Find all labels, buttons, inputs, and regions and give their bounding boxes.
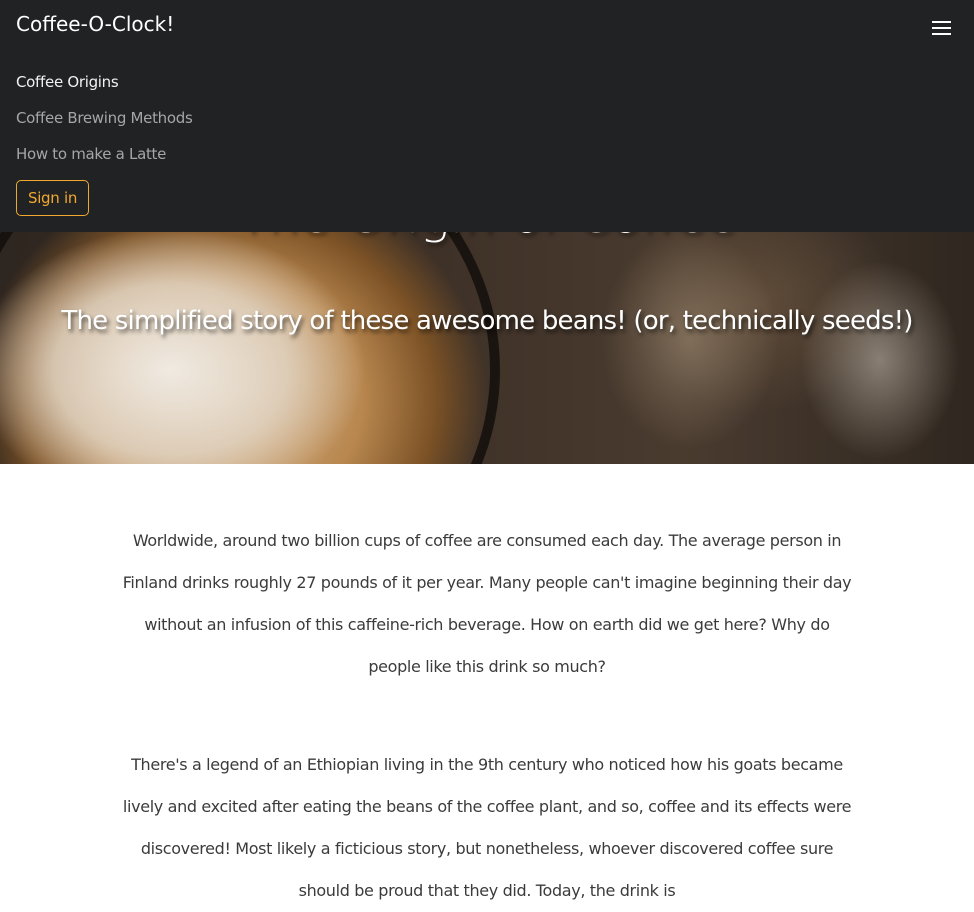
brand-logo[interactable]: Coffee-O-Clock! [16, 12, 174, 36]
nav-link-coffee-origins[interactable]: Coffee Origins [16, 73, 119, 91]
nav-link-coffee-brewing-methods[interactable]: Coffee Brewing Methods [16, 109, 193, 127]
hamburger-menu-icon[interactable] [926, 16, 958, 40]
article-paragraph: Worldwide, around two billion cups of co… [122, 531, 852, 676]
article-paragraph: There's a legend of an Ethiopian living … [122, 755, 852, 900]
navbar: Coffee-O-Clock! Coffee Origins Coffee Br… [0, 0, 974, 232]
nav-link-how-to-make-a-latte[interactable]: How to make a Latte [16, 145, 166, 163]
hero-subtitle: The simplified story of these awesome be… [61, 306, 913, 336]
sign-in-button[interactable]: Sign in [16, 180, 89, 216]
article-content: Worldwide, around two billion cups of co… [120, 520, 854, 912]
